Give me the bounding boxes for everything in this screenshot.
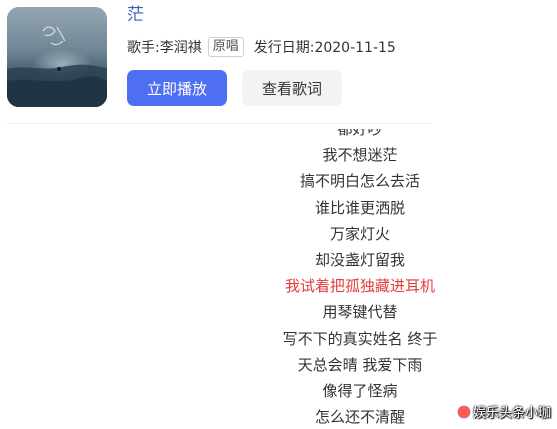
song-title: 茫: [127, 5, 144, 25]
song-page: 茫 歌手:李润祺 原唱 发行日期:2020-11-15 立即播放 查看歌词 都好…: [0, 0, 557, 429]
lyric-line: 写不下的真实姓名 终于: [282, 329, 438, 348]
view-lyrics-button[interactable]: 查看歌词: [242, 70, 342, 106]
play-now-button[interactable]: 立即播放: [127, 70, 227, 106]
lyrics-panel[interactable]: 都好吵 我不想迷茫 搞不明白怎么去活 谁比谁更洒脱 万家灯火 却没盏灯留我 我试…: [250, 129, 470, 429]
lyric-line: 都好吵: [337, 129, 383, 138]
lyric-line: 怎么还不清醒: [314, 408, 405, 427]
album-cover[interactable]: [7, 7, 107, 107]
lyric-line: 天总会晴 我爱下雨: [297, 355, 423, 374]
lyric-line: 用琴键代替: [322, 303, 398, 322]
song-meta: 歌手:李润祺 原唱 发行日期:2020-11-15: [127, 37, 396, 57]
lyric-line: 谁比谁更洒脱: [314, 198, 405, 217]
lyrics-list: 都好吵 我不想迷茫 搞不明白怎么去活 谁比谁更洒脱 万家灯火 却没盏灯留我 我试…: [250, 129, 470, 429]
lyric-line-active: 我试着把孤独藏进耳机: [284, 277, 435, 296]
lyric-line: 搞不明白怎么去活: [299, 172, 420, 191]
watermark: 娱乐头条小珈: [457, 402, 551, 421]
watermark-text: 娱乐头条小珈: [472, 406, 551, 421]
watermark-logo-icon: [457, 405, 470, 418]
section-divider: [7, 123, 432, 124]
lyric-line: 我不想迷茫: [322, 146, 398, 165]
original-badge: 原唱: [207, 37, 244, 57]
lyric-line: 像得了怪病: [322, 381, 398, 400]
album-art-image: [7, 7, 107, 107]
release-date: 发行日期:2020-11-15: [253, 40, 396, 56]
singer-label[interactable]: 歌手:李润祺: [127, 37, 202, 57]
lyric-line: 万家灯火: [329, 224, 390, 243]
lyric-line: 却没盏灯留我: [314, 250, 405, 269]
